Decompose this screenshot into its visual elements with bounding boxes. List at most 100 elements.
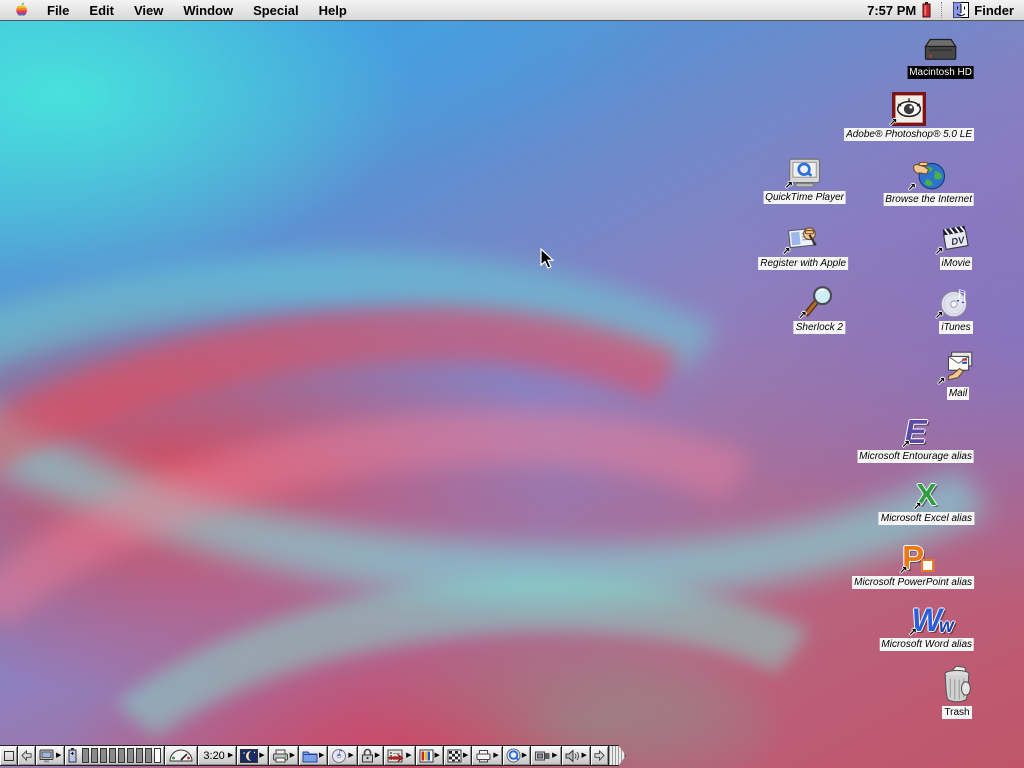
collapse-box-icon [3,750,14,761]
module-expand-arrow: ▶ [552,752,558,759]
application-menu[interactable]: Finder [953,2,1014,18]
trash-can-icon [940,664,974,704]
module-expand-arrow: ▶ [493,752,499,759]
battery-indicator-icon[interactable] [922,2,931,18]
resolution-module[interactable]: ▶ [442,745,473,766]
file-sharing-module[interactable]: ▶ [297,745,329,766]
icon-label: Microsoft Excel alias [878,512,975,525]
keychain-module[interactable]: ▶ [356,745,385,766]
hard-disk-icon [922,36,960,64]
icon-label: iTunes [939,321,973,334]
excel-x-icon: X ↗ [913,477,937,512]
quicktime-tv-icon: ↗ [785,157,822,191]
menu-clock[interactable]: 7:57 PM [867,3,916,18]
mouse-cursor [540,248,555,269]
module-expand-arrow: ▶ [56,752,62,759]
sleep-module[interactable]: ▶ [236,745,269,766]
cd-music-note-icon: ♫ ↗ [935,285,974,321]
menu-help[interactable]: Help [309,3,357,18]
icon-label: Microsoft Word alias [879,638,975,651]
energy-gauge-icon [169,749,193,761]
module-expand-arrow: ▶ [521,752,528,759]
menu-edit[interactable]: Edit [79,3,124,18]
control-strip-scroll-left[interactable] [17,745,36,766]
location-manager-module[interactable]: ▶ [383,745,416,766]
module-expand-arrow: ▶ [259,752,265,759]
alias-arrow-badge: ↗ [913,501,922,512]
icon-label: Mail [946,387,970,400]
clapperboard-dv-icon: DV ↗ [935,221,974,257]
location-doc-icon [387,749,404,762]
right-arrow-icon [594,750,605,761]
alias-arrow-badge: ↗ [889,117,898,128]
battery-bar [91,748,99,763]
globe-hand-icon: ↗ [907,157,947,193]
control-strip-end-tab[interactable] [607,745,626,766]
desktop-printer-module[interactable]: ▶ [471,745,503,766]
powerpoint-box-badge [921,559,935,572]
apple-menu[interactable] [0,2,37,18]
module-expand-arrow: ▶ [374,752,381,759]
quicktime-settings-module[interactable]: ▶ [501,745,532,766]
svg-text:♫: ♫ [953,286,968,306]
printer-selector-module[interactable]: ▶ [267,745,299,766]
cd-note-icon: ♪ [332,749,347,763]
icon-label: Trash [942,706,972,719]
cd-audio-module[interactable]: ♪ ▶ [327,745,358,766]
menu-special[interactable]: Special [243,3,309,18]
media-bay-icon [535,751,550,760]
alias-arrow-badge: ↗ [908,627,918,638]
menu-window[interactable]: Window [173,3,243,18]
monitor-settings-module[interactable]: ▶ [35,745,66,766]
menu-bar: File Edit View Window Special Help 7:57 … [0,0,1024,21]
media-bay-module[interactable]: ▶ [530,745,562,766]
sound-volume-module[interactable]: ▶ [560,745,591,766]
module-expand-arrow: ▶ [406,752,412,759]
module-expand-arrow: ▶ [227,752,234,759]
checkerboard-icon [447,749,462,762]
menu-file[interactable]: File [37,3,79,18]
menu-view[interactable]: View [124,3,173,18]
icon-label: Adobe® Photoshop® 5.0 LE [844,128,974,141]
alias-arrow-badge: ↗ [935,310,944,321]
icon-label: Microsoft Entourage alias [857,450,974,463]
color-depth-module[interactable]: ▶ [414,745,444,766]
mac-os9-desktop: { "menu_bar": { "apple_menu_icon": "appl… [0,0,1024,768]
energy-gauge-module[interactable] [164,745,199,766]
alias-arrow-badge: ↗ [798,310,807,321]
menu-bar-divider [941,2,943,18]
folder-icon [302,751,318,762]
battery-bar [109,748,117,763]
register-card-icon: ↗ [782,221,821,257]
alias-arrow-badge: ↗ [901,439,910,450]
control-strip: ▶ 3:20 ▶ ▶ ▶ ▶ ♪ ▶ ▶ ▶ ▶ ▶ ▶ ▶ ▶ ▶ [0,745,626,766]
module-expand-arrow: ▶ [318,752,325,759]
active-app-name: Finder [974,2,1014,18]
battery-level-module[interactable] [64,745,166,766]
icon-label: Browse the Internet [883,193,974,206]
monitor-icon [39,749,54,762]
icon-label: iMovie [939,257,973,270]
control-strip-collapse-box[interactable] [0,745,18,766]
background-swirl [19,535,933,768]
icon-label: QuickTime Player [763,191,847,204]
battery-bar [127,748,135,763]
module-expand-arrow: ▶ [289,752,295,759]
powerpoint-p-icon: P ↗ [899,538,935,576]
alias-arrow-badge: ↗ [907,182,917,193]
module-expand-arrow: ▶ [348,752,354,759]
photoshop-eye-icon: ↗ [889,92,927,128]
battery-time-module[interactable]: 3:20 ▶ [197,745,238,766]
icon-label: Macintosh HD [907,66,974,79]
background-swirl [0,336,931,768]
background-swirl [0,211,906,768]
padlock-icon [361,748,373,763]
apple-logo-icon [16,2,27,16]
left-arrow-icon [21,750,32,761]
battery-bar [145,748,153,763]
icon-label: Sherlock 2 [793,321,845,334]
control-strip-scroll-right[interactable] [589,745,609,766]
icon-label: Register with Apple [758,257,848,270]
color-bars-icon [419,749,434,762]
battery-bar [136,748,144,763]
